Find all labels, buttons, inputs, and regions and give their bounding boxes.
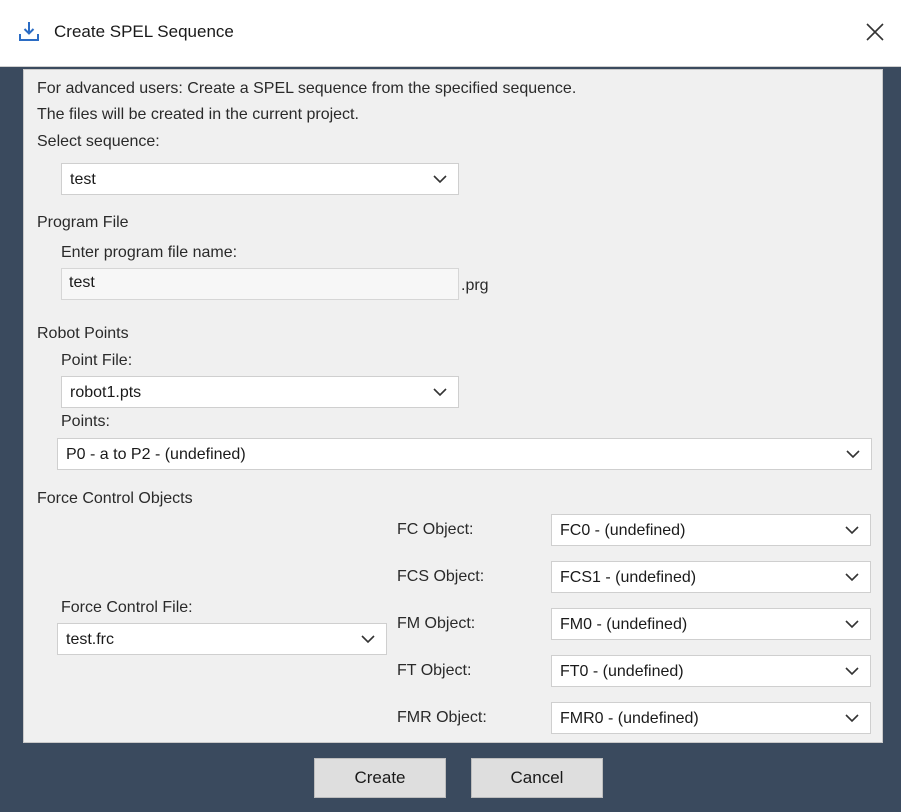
chevron-down-icon: [845, 714, 859, 723]
cancel-button[interactable]: Cancel: [471, 758, 603, 798]
fm-object-value: FM0 - (undefined): [560, 616, 688, 633]
chevron-down-icon: [846, 450, 860, 459]
close-icon: [866, 23, 884, 41]
create-button[interactable]: Create: [314, 758, 446, 798]
fc-object-select[interactable]: FC0 - (undefined): [551, 514, 871, 546]
chevron-down-icon: [361, 635, 375, 644]
ft-object-select[interactable]: FT0 - (undefined): [551, 655, 871, 687]
points-select[interactable]: P0 - a to P2 - (undefined): [57, 438, 872, 470]
fmr-object-select[interactable]: FMR0 - (undefined): [551, 702, 871, 734]
points-label: Points:: [61, 413, 110, 430]
sequence-value: test: [70, 171, 96, 188]
dialog-title: Create SPEL Sequence: [54, 22, 234, 41]
program-file-name-label: Enter program file name:: [61, 244, 238, 261]
ft-object-value: FT0 - (undefined): [560, 663, 684, 680]
program-file-name-field[interactable]: [61, 268, 459, 300]
select-sequence-label: Select sequence:: [37, 133, 160, 150]
fmr-object-value: FMR0 - (undefined): [560, 710, 699, 727]
force-control-section: Force Control Objects: [37, 490, 193, 507]
force-control-file-label: Force Control File:: [61, 599, 193, 616]
fm-object-label: FM Object:: [397, 615, 476, 632]
chevron-down-icon: [845, 526, 859, 535]
close-button[interactable]: [857, 14, 893, 50]
fc-object-value: FC0 - (undefined): [560, 522, 686, 539]
point-file-select[interactable]: robot1.pts: [61, 376, 459, 408]
fc-object-label: FC Object:: [397, 521, 474, 538]
chevron-down-icon: [845, 573, 859, 582]
create-spel-sequence-dialog: Create SPEL Sequence For advanced users:…: [0, 0, 901, 812]
dialog-content: For advanced users: Create a SPEL sequen…: [23, 69, 883, 743]
fcs-object-label: FCS Object:: [397, 568, 485, 585]
fm-object-select[interactable]: FM0 - (undefined): [551, 608, 871, 640]
point-file-value: robot1.pts: [70, 384, 142, 401]
program-file-name-input[interactable]: [69, 274, 449, 292]
chevron-down-icon: [433, 388, 447, 397]
fmr-object-label: FMR Object:: [397, 709, 487, 726]
title-bar: Create SPEL Sequence: [0, 0, 901, 67]
fcs-object-select[interactable]: FCS1 - (undefined): [551, 561, 871, 593]
chevron-down-icon: [845, 620, 859, 629]
program-file-extension: .prg: [461, 277, 489, 294]
chevron-down-icon: [433, 175, 447, 184]
program-file-section: Program File: [37, 214, 129, 231]
ft-object-label: FT Object:: [397, 662, 472, 679]
chevron-down-icon: [845, 667, 859, 676]
robot-points-section: Robot Points: [37, 325, 129, 342]
point-file-label: Point File:: [61, 352, 133, 369]
force-control-file-value: test.frc: [66, 631, 115, 648]
force-control-file-select[interactable]: test.frc: [57, 623, 387, 655]
fcs-object-value: FCS1 - (undefined): [560, 569, 697, 586]
sequence-select[interactable]: test: [61, 163, 459, 195]
download-tray-icon: [17, 20, 41, 44]
intro-line-2: The files will be created in the current…: [37, 106, 359, 123]
intro-line-1: For advanced users: Create a SPEL sequen…: [37, 80, 577, 97]
points-value: P0 - a to P2 - (undefined): [66, 446, 246, 463]
